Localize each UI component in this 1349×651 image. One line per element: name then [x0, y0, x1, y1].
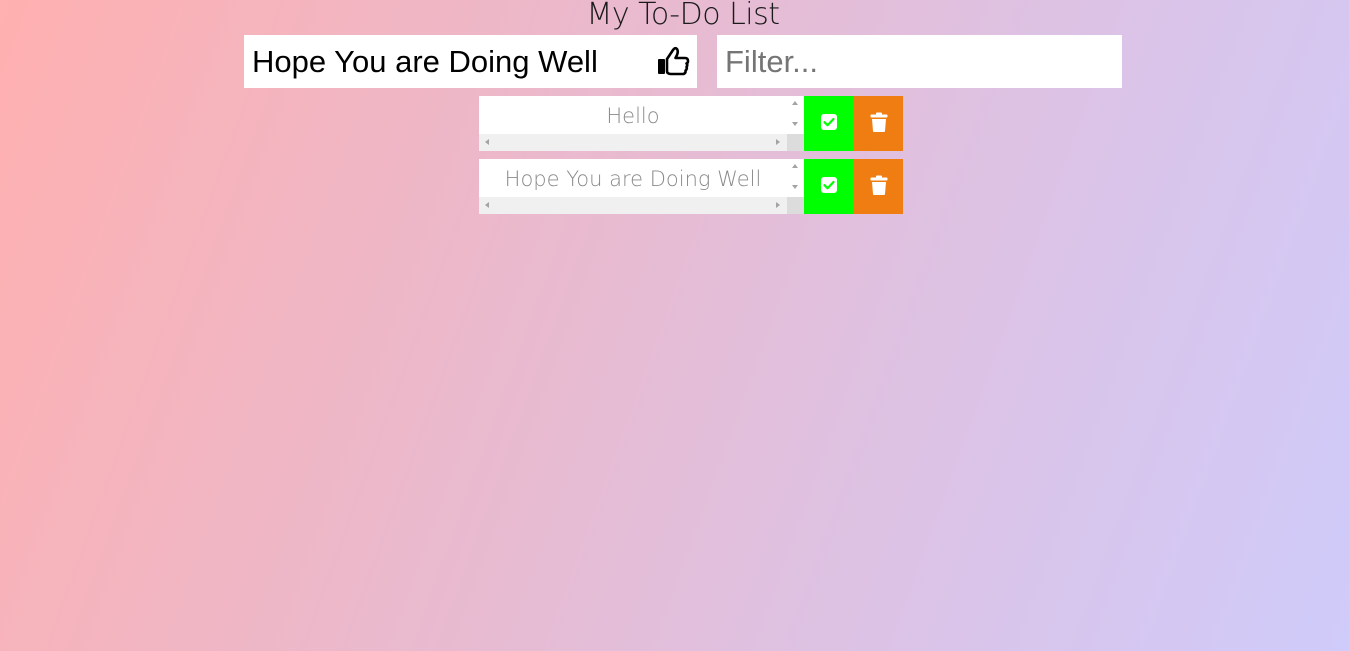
complete-button[interactable]: [804, 159, 854, 214]
complete-button[interactable]: [804, 96, 854, 151]
scroll-right-arrow-icon[interactable]: [776, 202, 780, 208]
filter-input[interactable]: [717, 35, 1122, 88]
filter-container: [717, 35, 1122, 88]
vertical-scrollbar[interactable]: [787, 96, 804, 134]
scroll-down-arrow-icon[interactable]: [792, 122, 798, 126]
scroll-down-arrow-icon[interactable]: [792, 185, 798, 189]
delete-button[interactable]: [854, 96, 903, 151]
thumbs-up-icon: [656, 46, 690, 79]
horizontal-scrollbar[interactable]: [479, 197, 787, 214]
todo-item: Hope You are Doing Well: [479, 159, 903, 214]
page-title: My To-Do List: [586, 0, 780, 32]
todo-text: Hello: [606, 104, 660, 128]
scroll-left-arrow-icon[interactable]: [485, 139, 489, 145]
trash-icon: [870, 175, 888, 198]
trash-icon: [870, 112, 888, 135]
check-square-icon: [820, 176, 838, 197]
todo-text: Hope You are Doing Well: [504, 167, 762, 191]
delete-button[interactable]: [854, 159, 903, 214]
scroll-up-arrow-icon[interactable]: [792, 164, 798, 168]
todo-text-area[interactable]: Hello: [479, 96, 804, 151]
vertical-scrollbar[interactable]: [787, 159, 804, 197]
scroll-left-arrow-icon[interactable]: [485, 202, 489, 208]
check-square-icon: [820, 113, 838, 134]
scroll-right-arrow-icon[interactable]: [776, 139, 780, 145]
scrollbar-corner: [787, 134, 804, 151]
todo-item: Hello: [479, 96, 903, 151]
todo-input[interactable]: [244, 35, 644, 88]
todo-input-container: [244, 35, 697, 88]
add-todo-button[interactable]: [655, 44, 691, 80]
scrollbar-corner: [787, 197, 804, 214]
horizontal-scrollbar[interactable]: [479, 134, 787, 151]
scroll-up-arrow-icon[interactable]: [792, 101, 798, 105]
todo-text-area[interactable]: Hope You are Doing Well: [479, 159, 804, 214]
